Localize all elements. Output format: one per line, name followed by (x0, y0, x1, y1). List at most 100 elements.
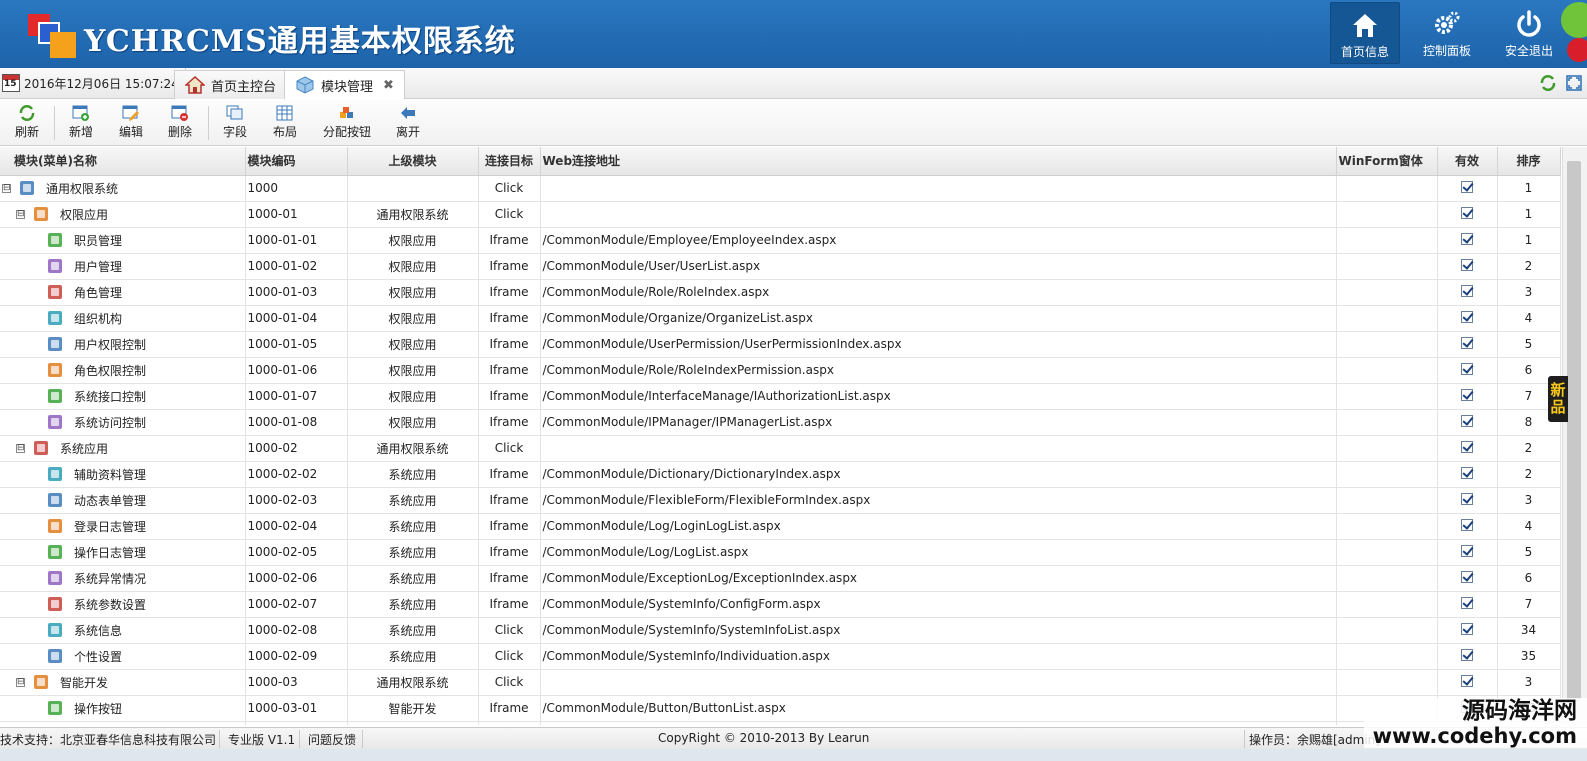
watermark: 源码海洋网 www.codehy.com (1364, 698, 1587, 748)
leave-icon (401, 107, 415, 119)
refresh-button[interactable]: 刷新 (14, 105, 40, 140)
table-row[interactable]: 系统信息 1000-02-08 系统应用 Click/CommonModule/Sys… (0, 617, 1561, 644)
home-info-button[interactable]: 首页信息 (1330, 2, 1400, 64)
table-row[interactable]: 操作日志管理 1000-02-05 系统应用 Iframe/CommonModule/… (0, 539, 1561, 566)
table-row[interactable]: 系统参数设置 1000-02-07 系统应用 Iframe/CommonModule/… (0, 591, 1561, 618)
table-row[interactable]: 个性设置 1000-02-09 系统应用 Click/CommonModule/Sys… (0, 643, 1561, 670)
cell-enabled (1437, 539, 1498, 566)
table-row[interactable]: ⊟ 权限应用 1000-01 通用权限系统 Click 1 (0, 201, 1561, 228)
cell-sort: 1 (1497, 227, 1561, 254)
fullscreen-icon[interactable] (1565, 74, 1583, 92)
table-row[interactable]: 系统访问控制 1000-01-08 权限应用 Iframe/CommonModule/… (0, 409, 1561, 436)
close-tab-icon[interactable]: ✖ (383, 78, 394, 93)
col-header-name[interactable]: 模块(菜单)名称 (0, 147, 246, 176)
copyright-text: CopyRight © 2010-2013 By Learun (658, 731, 870, 745)
table-row[interactable]: 系统异常情况 1000-02-06 系统应用 Iframe/CommonModule/… (0, 565, 1561, 592)
enabled-checkbox[interactable] (1461, 674, 1473, 687)
refresh-tab-icon[interactable] (1539, 74, 1557, 92)
col-header-winform[interactable]: WinForm窗体 (1336, 147, 1438, 176)
cell-winform (1336, 279, 1438, 306)
cell-code: 1000-02-08 (245, 617, 348, 644)
table-row[interactable]: 角色管理 1000-01-03 权限应用 Iframe/CommonModule/Ro… (0, 279, 1561, 306)
edit-button[interactable]: 编辑 (118, 105, 144, 140)
role-key-icon (48, 363, 62, 377)
cell-code: 1000-01-05 (245, 331, 348, 358)
enabled-checkbox[interactable] (1461, 284, 1473, 297)
cell-url (540, 669, 1337, 696)
module-name: 用户权限控制 (74, 337, 147, 352)
enabled-checkbox[interactable] (1461, 388, 1473, 401)
table-row[interactable]: 用户管理 1000-01-02 权限应用 Iframe/CommonModule/Us… (0, 253, 1561, 280)
log-icon (48, 545, 62, 559)
vertical-scrollbar[interactable] (1562, 147, 1587, 725)
enabled-checkbox[interactable] (1461, 648, 1473, 661)
expand-toggle-icon[interactable]: ⊟ (16, 209, 25, 219)
add-button[interactable]: 新增 (68, 105, 94, 140)
table-row[interactable]: 操作按钮 1000-03-01 智能开发 Iframe/CommonModule/Bu… (0, 695, 1561, 722)
module-name: 组织机构 (74, 311, 123, 326)
cell-parent: 权限应用 (347, 253, 479, 280)
enabled-checkbox[interactable] (1461, 414, 1473, 427)
enabled-checkbox[interactable] (1461, 492, 1473, 505)
expand-toggle-icon[interactable]: ⊟ (2, 183, 11, 193)
tab-home-console[interactable]: 首页主控台 (174, 70, 288, 99)
enabled-checkbox[interactable] (1461, 440, 1473, 453)
table-row[interactable]: 角色权限控制 1000-01-06 权限应用 Iframe/CommonModule/… (0, 357, 1561, 384)
table-row[interactable]: 辅助资料管理 1000-02-02 系统应用 Iframe/CommonModule/… (0, 461, 1561, 488)
tab-module-management[interactable]: 模块管理 ✖ (284, 70, 405, 99)
col-header-parent[interactable]: 上级模块 (347, 147, 479, 176)
cell-enabled (1437, 513, 1498, 540)
enabled-checkbox[interactable] (1461, 336, 1473, 349)
new-product-badge[interactable]: 新品 (1548, 376, 1568, 422)
enabled-checkbox[interactable] (1461, 258, 1473, 271)
enabled-checkbox[interactable] (1461, 622, 1473, 635)
enabled-checkbox[interactable] (1461, 570, 1473, 583)
enabled-checkbox[interactable] (1461, 518, 1473, 531)
enabled-checkbox[interactable] (1461, 544, 1473, 557)
table-row[interactable]: 登录日志管理 1000-02-04 系统应用 Iframe/CommonModule/… (0, 513, 1561, 540)
scrollbar-thumb[interactable] (1567, 161, 1581, 701)
watermark-title: 源码海洋网 (1462, 698, 1577, 724)
table-row[interactable]: 模块管理1000-03-02智能开发Iframe/CommonModule/Mo… (0, 721, 1561, 725)
col-header-enabled[interactable]: 有效 (1437, 147, 1498, 176)
leave-button[interactable]: 离开 (395, 105, 421, 140)
enabled-checkbox[interactable] (1461, 206, 1473, 219)
table-row[interactable]: 职员管理 1000-01-01 权限应用 Iframe/CommonModule/Em… (0, 227, 1561, 254)
table-row[interactable]: ⊟ 通用权限系统 1000 Click 1 (0, 175, 1561, 202)
table-row[interactable]: 动态表单管理 1000-02-03 系统应用 Iframe/CommonModule/… (0, 487, 1561, 514)
assign-button-button[interactable]: 分配按钮 (322, 105, 372, 140)
cell-name: 用户权限控制 (0, 331, 246, 358)
enabled-checkbox[interactable] (1461, 310, 1473, 323)
enabled-checkbox[interactable] (1461, 466, 1473, 479)
cell-winform (1336, 305, 1438, 332)
cell-enabled (1437, 435, 1498, 462)
expand-toggle-icon[interactable]: ⊟ (16, 443, 25, 453)
enabled-checkbox[interactable] (1461, 180, 1473, 193)
layout-button[interactable]: 布局 (272, 105, 298, 140)
col-header-code[interactable]: 模块编码 (245, 147, 348, 176)
cell-parent: 系统应用 (347, 617, 479, 644)
cell-url: /CommonModule/Button/ButtonList.aspx (540, 695, 1337, 722)
enabled-checkbox[interactable] (1461, 362, 1473, 375)
feedback-link[interactable]: 问题反馈 (308, 731, 356, 748)
cell-name: ⊟ 通用权限系统 (0, 175, 246, 202)
table-row[interactable]: 系统接口控制 1000-01-07 权限应用 Iframe/CommonModule/… (0, 383, 1561, 410)
assign-button-icon (340, 107, 353, 118)
expand-toggle-icon[interactable]: ⊟ (16, 677, 25, 687)
table-row[interactable]: 组织机构 1000-01-04 权限应用 Iframe/CommonModule/Or… (0, 305, 1561, 332)
col-header-target[interactable]: 连接目标 (478, 147, 541, 176)
table-row[interactable]: 用户权限控制 1000-01-05 权限应用 Iframe/CommonModule/… (0, 331, 1561, 358)
col-header-url[interactable]: Web连接地址 (540, 147, 1337, 176)
delete-button[interactable]: 删除 (167, 105, 193, 140)
table-row[interactable]: ⊟ 系统应用 1000-02 通用权限系统 Click 2 (0, 435, 1561, 462)
control-panel-button[interactable]: 控制面板 (1412, 2, 1482, 64)
cell-parent: 权限应用 (347, 279, 479, 306)
table-row[interactable]: ⊟ 智能开发 1000-03 通用权限系统 Click 3 (0, 669, 1561, 696)
col-header-sort[interactable]: 排序 (1497, 147, 1561, 176)
field-button[interactable]: 字段 (222, 105, 248, 140)
module-name: 操作日志管理 (74, 545, 147, 560)
enabled-checkbox[interactable] (1461, 596, 1473, 609)
cell-parent: 权限应用 (347, 331, 479, 358)
enabled-checkbox[interactable] (1461, 232, 1473, 245)
app-header: YCHRCMS通用基本权限系统 首页信息 控制面板 安全退出 (0, 0, 1587, 68)
